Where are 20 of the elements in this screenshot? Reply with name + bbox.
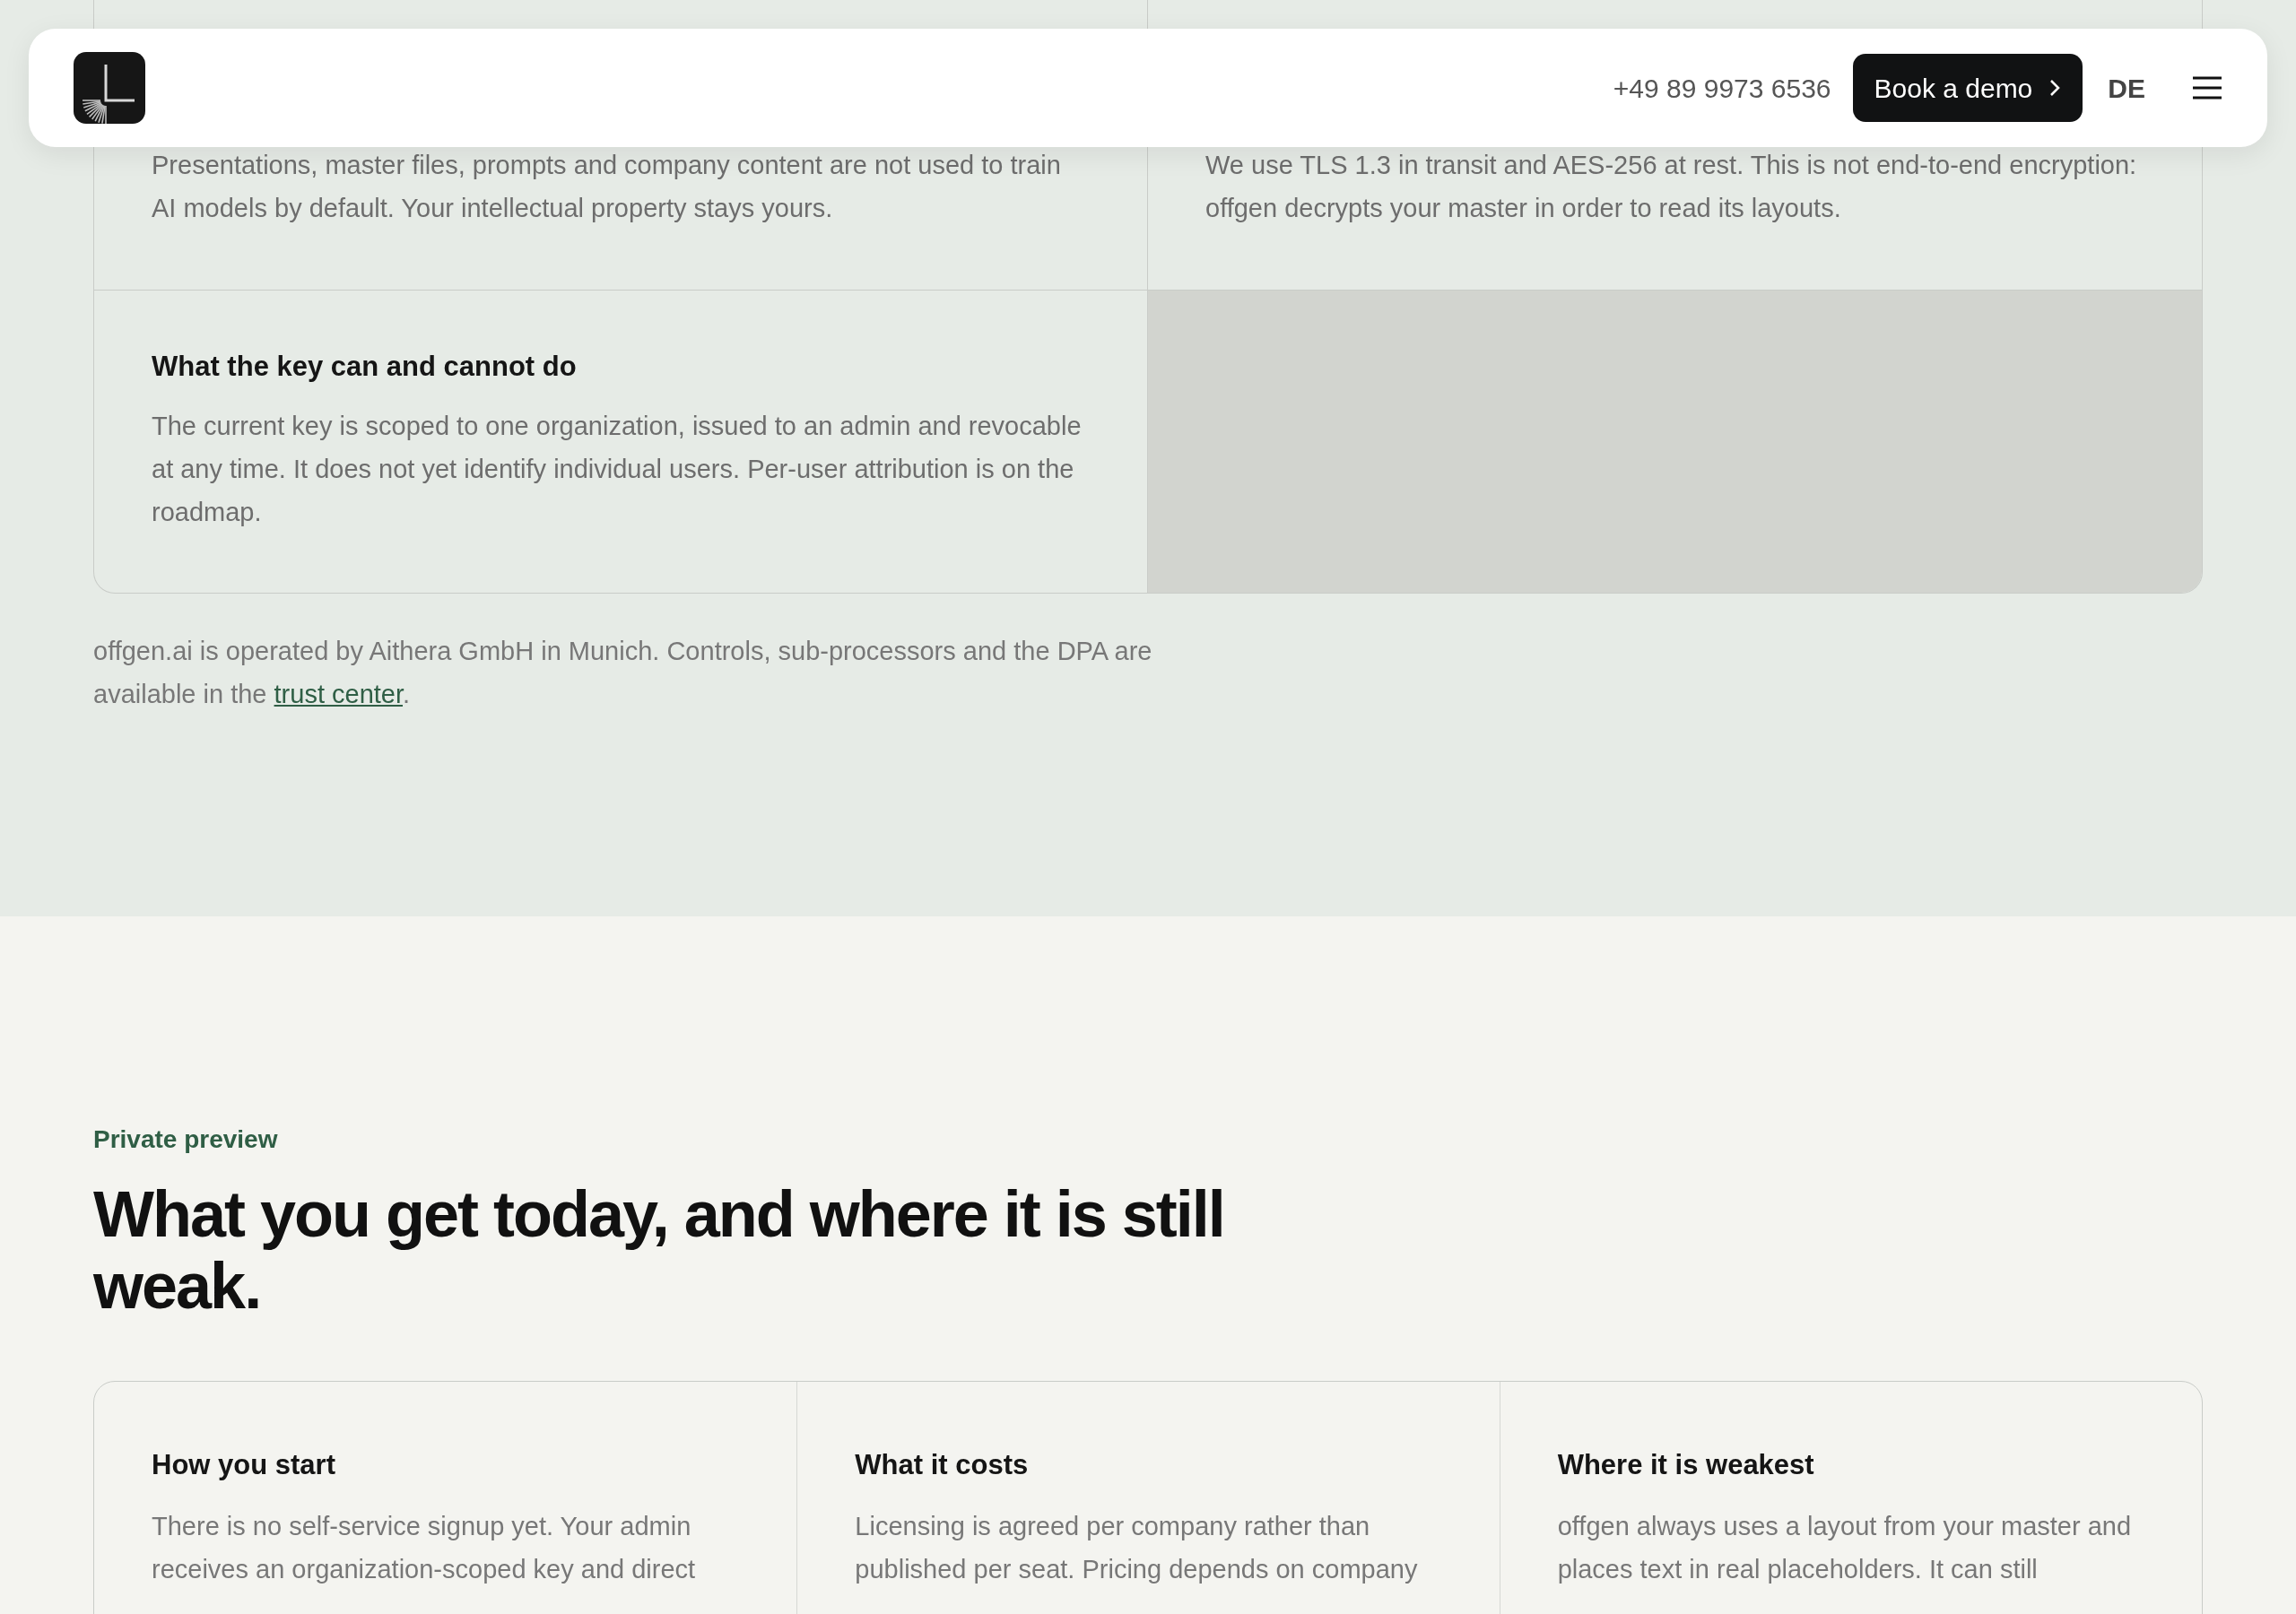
- card-text: There is no self-service signup yet. Your admin receives an organization-scoped key and direct: [152, 1510, 697, 1585]
- menu-icon[interactable]: [2192, 75, 2222, 100]
- cell-text: The current key is scoped to one organization, issued to an admin and revocable at any time. It does not yet identify individual users. Per-user attribution is on the roadmap.: [152, 410, 1083, 528]
- card-title: What it costs: [855, 1448, 1030, 1482]
- card-title: Where it is weakest: [1557, 1448, 1815, 1482]
- card-text: offgen always uses a layout from your master and places text in real placeholders. It can still: [1557, 1510, 2133, 1585]
- book-demo-button[interactable]: Book a demo: [1852, 54, 2083, 122]
- operator-note: offgen.ai is operated by Aithera GmbH in Munich. Controls, sub-processors and the DPA are available in the trust center.: [93, 636, 1153, 710]
- card-title: How you start: [152, 1448, 336, 1482]
- cell-text: Presentations, master files, prompts and company content are not used to train AI models by default. Your intellectual property stays yours.: [152, 150, 1062, 224]
- trust-center-link[interactable]: trust center: [274, 680, 403, 708]
- eyebrow-label: Private preview: [93, 1124, 279, 1155]
- chevron-right-icon: [2048, 78, 2062, 98]
- logo-icon[interactable]: [74, 52, 145, 124]
- language-button[interactable]: DE: [2104, 67, 2149, 108]
- phone-link[interactable]: +49 89 9973 6536: [1613, 67, 1831, 108]
- cell-text: We use TLS 1.3 in transit and AES-256 at rest. This is not end-to-end encryption: offgen decrypts your master in order to read its layouts.: [1205, 150, 2138, 224]
- section-heading: What you get today, and where it is still weak.: [93, 1178, 1225, 1322]
- cell-title: What the key can and cannot do: [152, 350, 578, 384]
- card-text: Licensing is agreed per company rather than published per seat. Pricing depends on company: [855, 1510, 1419, 1585]
